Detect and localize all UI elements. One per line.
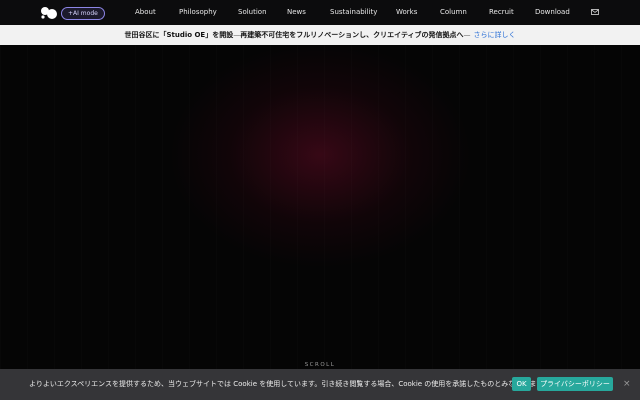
nav-link-news[interactable]: News [287, 8, 306, 16]
announcement-main: 世田谷区に「Studio OE」を開設 [124, 31, 234, 39]
nav-link-recruit[interactable]: Recruit [489, 8, 514, 16]
nav-link-philosophy[interactable]: Philosophy [179, 8, 217, 16]
nav-link-works[interactable]: Works [396, 8, 417, 16]
privacy-policy-button[interactable]: プライバシーポリシー [537, 377, 613, 391]
nav-links: About Philosophy Solution News Sustainab… [0, 0, 640, 25]
nav-link-download[interactable]: Download [535, 8, 570, 16]
mail-icon[interactable] [591, 9, 599, 15]
nav-link-sustainability[interactable]: Sustainability [330, 8, 377, 16]
close-icon[interactable]: × [623, 380, 631, 389]
nav-link-solution[interactable]: Solution [238, 8, 267, 16]
cookie-text: よりよいエクスペリエンスを提供するため、当ウェブサイトでは Cookie を使用… [29, 380, 550, 388]
announcement-more-link[interactable]: さらに詳しく [474, 30, 516, 40]
hero-background-lines [0, 45, 640, 370]
announcement-sub: 再建築不可住宅をフルリノベーションし、クリエイティブの発信拠点へ [240, 31, 464, 39]
announcement-dash-2: — [463, 31, 471, 39]
announcement-bar: 世田谷区に「Studio OE」を開設 — 再建築不可住宅をフルリノベーションし… [0, 25, 640, 45]
nav-link-column[interactable]: Column [440, 8, 467, 16]
cookie-ok-button[interactable]: OK [512, 377, 531, 391]
scroll-indicator[interactable]: SCROLL [0, 362, 640, 368]
announcement-dash-1: — [233, 31, 241, 39]
top-navigation: +AI mode About Philosophy Solution News … [0, 0, 640, 25]
cookie-banner: よりよいエクスペリエンスを提供するため、当ウェブサイトでは Cookie を使用… [0, 369, 640, 400]
nav-link-about[interactable]: About [135, 8, 156, 16]
hero-section [0, 45, 640, 370]
